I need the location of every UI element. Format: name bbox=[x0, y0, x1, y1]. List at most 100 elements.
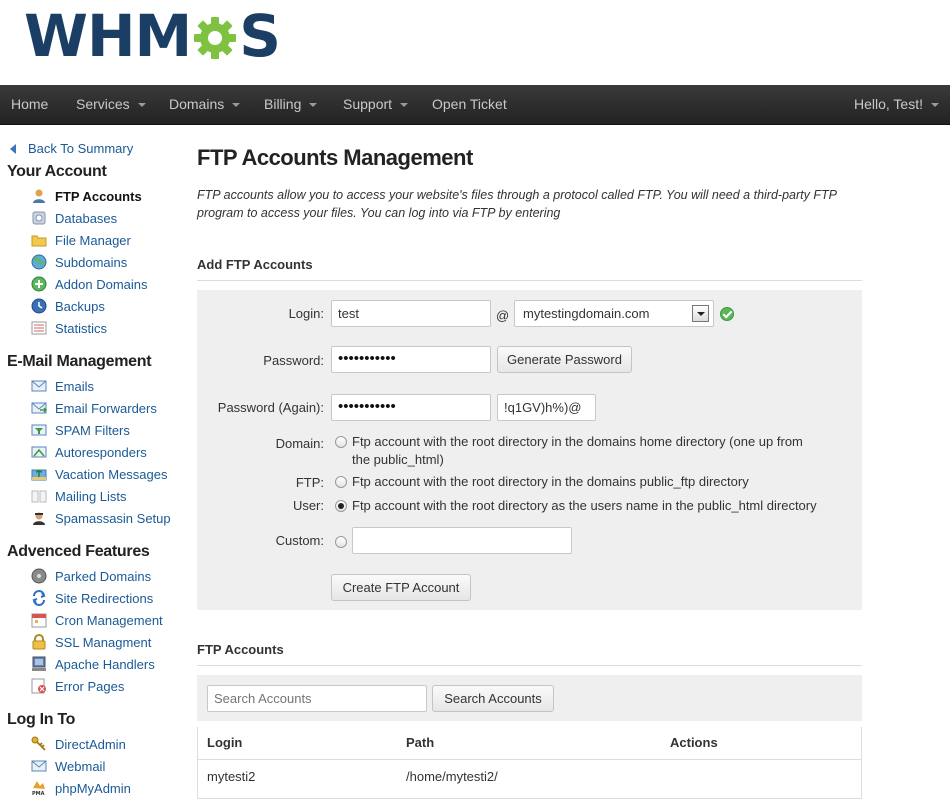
sidebar-item-parked-domains[interactable]: Parked Domains bbox=[31, 566, 151, 586]
create-ftp-account-button[interactable]: Create FTP Account bbox=[331, 574, 471, 601]
nav-home[interactable]: Home bbox=[11, 85, 48, 125]
back-to-summary-label: Back To Summary bbox=[28, 141, 134, 156]
sidebar-item-statistics[interactable]: Statistics bbox=[31, 318, 107, 338]
back-to-summary-link[interactable]: Back To Summary bbox=[10, 141, 133, 156]
nav-open-ticket[interactable]: Open Ticket bbox=[432, 85, 507, 125]
palm-icon bbox=[31, 469, 47, 481]
domain-radio[interactable] bbox=[335, 436, 347, 448]
gear-icon bbox=[194, 17, 237, 59]
lock-icon bbox=[32, 634, 46, 650]
chart-icon bbox=[31, 321, 47, 335]
envelope-forward-icon bbox=[31, 402, 47, 414]
generate-password-button[interactable]: Generate Password bbox=[497, 346, 632, 373]
sidebar-item-label: Autoresponders bbox=[55, 444, 147, 460]
sidebar-item-ftp-accounts[interactable]: FTP Accounts bbox=[31, 186, 142, 206]
ftp-radio[interactable] bbox=[335, 476, 347, 488]
sidebar-item-site-redirections[interactable]: Site Redirections bbox=[31, 588, 153, 608]
sidebar-item-directadmin[interactable]: DirectAdmin bbox=[31, 734, 126, 754]
sidebar-item-label: SSL Managment bbox=[55, 634, 152, 650]
sidebar-item-email-forwarders[interactable]: Email Forwarders bbox=[31, 398, 157, 418]
domain-option-label: Domain: bbox=[275, 436, 324, 451]
book-icon bbox=[31, 490, 47, 503]
back-arrow-icon bbox=[10, 143, 16, 154]
sidebar-item-label: DirectAdmin bbox=[55, 736, 126, 752]
top-navbar: Home Services Domains Billing Support Op… bbox=[0, 85, 950, 125]
filter-icon bbox=[31, 424, 47, 436]
sidebar-item-autoresponders[interactable]: Autoresponders bbox=[31, 442, 147, 462]
sidebar-item-label: Backups bbox=[55, 298, 105, 314]
ftp-option-label: FTP: bbox=[295, 475, 324, 490]
cell-path: /home/mytesti2/ bbox=[406, 769, 498, 784]
calendar-icon bbox=[31, 613, 47, 628]
add-ftp-form: Login: test @ mytestingdomain.com Passwo… bbox=[197, 290, 862, 610]
sidebar-item-subdomains[interactable]: Subdomains bbox=[31, 252, 127, 272]
heading-your-account: Your Account bbox=[7, 163, 107, 180]
caret-down-icon bbox=[137, 103, 146, 108]
sidebar-item-phpmyadmin[interactable]: PMA phpMyAdmin bbox=[31, 778, 131, 798]
envelope-icon bbox=[31, 380, 47, 392]
sidebar-item-label: Email Forwarders bbox=[55, 400, 157, 416]
heading-advanced-features: Advenced Features bbox=[7, 543, 150, 560]
sidebar-item-cron-management[interactable]: Cron Management bbox=[31, 610, 163, 630]
whmcs-logo[interactable]: WHM S bbox=[24, 6, 281, 66]
intro-text: FTP accounts allow you to access your we… bbox=[197, 188, 837, 220]
search-bar: Search Accounts bbox=[197, 675, 862, 721]
sidebar-item-backups[interactable]: Backups bbox=[31, 296, 105, 316]
sidebar-item-databases[interactable]: Databases bbox=[31, 208, 117, 228]
sidebar-item-label: Addon Domains bbox=[55, 276, 148, 292]
caret-down-icon bbox=[931, 103, 939, 108]
search-accounts-input[interactable] bbox=[207, 685, 427, 712]
domain-select-value: mytestingdomain.com bbox=[523, 306, 650, 321]
column-header-login: Login bbox=[207, 735, 243, 750]
logo-text-left: WHM bbox=[24, 2, 192, 70]
error-page-icon bbox=[31, 678, 46, 694]
password-again-input[interactable]: ••••••••••• bbox=[331, 394, 491, 421]
sidebar-item-label: Statistics bbox=[55, 320, 108, 336]
sidebar-item-file-manager[interactable]: File Manager bbox=[31, 230, 131, 250]
globe-icon bbox=[31, 254, 47, 270]
envelope-icon bbox=[31, 760, 47, 772]
sidebar-item-mailing-lists[interactable]: Mailing Lists bbox=[31, 486, 127, 506]
generated-password-field[interactable]: !q1GV)h%)@ bbox=[497, 394, 596, 421]
cell-login: mytesti2 bbox=[207, 769, 256, 784]
ftp-accounts-heading: FTP Accounts bbox=[197, 642, 862, 666]
nav-services-label: Services bbox=[76, 96, 130, 112]
sidebar-item-spam-filters[interactable]: SPAM Filters bbox=[31, 420, 130, 440]
svg-text:PMA: PMA bbox=[32, 791, 45, 796]
user-radio[interactable] bbox=[335, 500, 347, 512]
sidebar-item-apache-handlers[interactable]: Apache Handlers bbox=[31, 654, 155, 674]
at-sign: @ bbox=[496, 308, 510, 323]
nav-user-menu[interactable]: Hello, Test! bbox=[854, 85, 939, 125]
custom-directory-input[interactable] bbox=[352, 527, 572, 554]
sidebar-item-vacation-messages[interactable]: Vacation Messages bbox=[31, 464, 168, 484]
sidebar-item-addon-domains[interactable]: Addon Domains bbox=[31, 274, 148, 294]
sidebar-item-label: Mailing Lists bbox=[55, 488, 127, 504]
caret-down-icon bbox=[232, 103, 241, 108]
pma-icon: PMA bbox=[32, 781, 45, 796]
sidebar-item-emails[interactable]: Emails bbox=[31, 376, 94, 396]
login-input[interactable]: test bbox=[331, 300, 491, 327]
nav-home-label: Home bbox=[11, 96, 49, 112]
sidebar-item-label: Parked Domains bbox=[55, 568, 152, 584]
agent-icon bbox=[33, 512, 45, 525]
sidebar-item-label: Subdomains bbox=[55, 254, 128, 270]
sidebar-item-error-pages[interactable]: Error Pages bbox=[31, 676, 124, 696]
sidebar-item-label: Error Pages bbox=[55, 678, 125, 694]
nav-billing[interactable]: Billing bbox=[264, 85, 318, 125]
domain-select[interactable]: mytestingdomain.com bbox=[514, 300, 714, 327]
logo-text-right: S bbox=[239, 2, 282, 70]
server-icon bbox=[32, 656, 46, 671]
sidebar-item-ssl-managment[interactable]: SSL Managment bbox=[31, 632, 151, 652]
sidebar-item-spamassasin-setup[interactable]: Spamassasin Setup bbox=[31, 508, 171, 528]
nav-domains[interactable]: Domains bbox=[169, 85, 241, 125]
nav-services[interactable]: Services bbox=[76, 85, 146, 125]
sidebar-item-webmail[interactable]: Webmail bbox=[31, 756, 105, 776]
custom-radio[interactable] bbox=[335, 536, 347, 548]
clock-icon bbox=[31, 298, 47, 314]
domain-option-text-2: the public_html) bbox=[352, 452, 444, 467]
nav-support[interactable]: Support bbox=[343, 85, 409, 125]
search-accounts-button[interactable]: Search Accounts bbox=[432, 685, 554, 712]
database-icon bbox=[32, 211, 46, 225]
password-input[interactable]: ••••••••••• bbox=[331, 346, 491, 373]
header: WHM S bbox=[0, 0, 950, 85]
